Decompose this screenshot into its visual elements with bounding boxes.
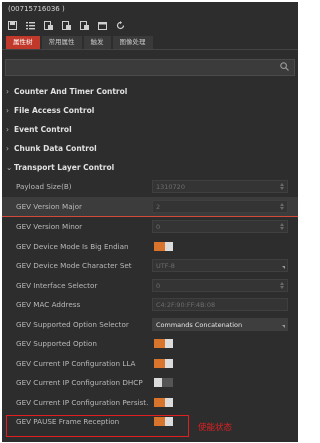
tab-image-processing[interactable]: 图像处理 (112, 36, 153, 49)
ip-config-dhcp-toggle[interactable] (154, 378, 173, 388)
property-row: GEV Version Minor 0 (2, 217, 298, 237)
supported-option-selector-select[interactable]: Commands Concatenation (152, 317, 288, 331)
toolbar (2, 16, 298, 34)
property-name: GEV Current IP Configuration LLA (16, 358, 136, 368)
property-row: GEV Current IP Configuration Persist... (2, 393, 298, 413)
tab-bar: 属性树 常用属性 触发 图像处理 (2, 34, 298, 50)
properties-panel: (00715716036 ) 属性树 常用属性 触发 图像处理 › Counte… (2, 2, 298, 442)
list-icon[interactable] (26, 21, 35, 30)
chevron-down-icon[interactable]: ⌄ (6, 158, 14, 177)
property-row: GEV Device Mode Is Big Endian (2, 237, 298, 257)
gev-version-major-field: 2 (152, 199, 288, 213)
save-icon[interactable] (8, 20, 17, 30)
tab-trigger[interactable]: 触发 (83, 36, 111, 49)
property-row-selected: GEV Version Major 2 (2, 196, 298, 217)
category-transport-layer[interactable]: ⌄ Transport Layer Control (2, 158, 298, 177)
ip-config-persistent-toggle[interactable] (154, 397, 173, 407)
category-event-control[interactable]: › Event Control (2, 120, 298, 139)
copy-icon[interactable] (80, 20, 89, 30)
chevron-right-icon[interactable]: › (6, 101, 14, 120)
property-name: GEV MAC Address (16, 300, 81, 310)
property-name: GEV Device Mode Character Set (16, 261, 132, 271)
tab-common-properties[interactable]: 常用属性 (41, 36, 82, 49)
chevron-right-icon[interactable]: › (6, 139, 14, 158)
tab-property-tree[interactable]: 属性树 (6, 36, 40, 49)
search-input[interactable] (6, 60, 274, 73)
property-row: GEV Supported Option (2, 334, 298, 354)
supported-option-toggle[interactable] (154, 339, 173, 349)
payload-size-field: 1310720 (152, 180, 288, 194)
spinner-icon (279, 222, 285, 232)
annotation-label: 使能状态 (198, 423, 233, 433)
ip-config-lla-toggle[interactable] (154, 358, 173, 368)
chevron-right-icon[interactable]: › (6, 82, 14, 101)
mac-address-field: C4:2F:90:FF:4B:08 (152, 298, 288, 312)
property-row: GEV MAC Address C4:2F:90:FF:4B:08 (2, 295, 298, 315)
property-row: Payload Size(B) 1310720 (2, 177, 298, 197)
refresh-icon[interactable] (116, 20, 125, 30)
gev-version-minor-field: 0 (152, 220, 288, 234)
spinner-icon (279, 202, 285, 212)
property-row: GEV Device Mode Character Set UTF-8 (2, 256, 298, 276)
chevron-right-icon[interactable]: › (6, 120, 14, 139)
highlight-box (6, 415, 189, 437)
category-counter-timer[interactable]: › Counter And Timer Control (2, 82, 298, 101)
property-row: GEV Current IP Configuration DHCP (2, 373, 298, 393)
category-file-access[interactable]: › File Access Control (2, 101, 298, 120)
property-name: GEV Version Major (16, 201, 82, 211)
property-name: GEV Version Minor (16, 222, 83, 232)
dropdown-arrow-icon (282, 266, 285, 270)
search-box (5, 59, 295, 76)
spinner-icon (279, 182, 285, 192)
search-icon[interactable] (280, 62, 289, 73)
property-name: GEV Supported Option (16, 339, 97, 349)
property-name: GEV Interface Selector (16, 280, 98, 290)
property-name: GEV Device Mode Is Big Endian (16, 241, 129, 251)
big-endian-toggle[interactable] (154, 241, 173, 251)
character-set-select: UTF-8 (152, 259, 288, 273)
property-name: GEV Supported Option Selector (16, 319, 129, 329)
dropdown-arrow-icon[interactable] (282, 324, 285, 328)
interface-selector-field: 0 (152, 278, 288, 292)
export-icon[interactable] (44, 20, 53, 30)
calendar-icon[interactable] (98, 21, 107, 30)
spinner-icon (279, 281, 285, 291)
window-title: (00715716036 ) (8, 5, 65, 13)
import-icon[interactable] (62, 20, 71, 30)
property-row: GEV Interface Selector 0 (2, 276, 298, 296)
property-row: GEV Current IP Configuration LLA (2, 354, 298, 374)
property-name: GEV Current IP Configuration Persist... (16, 397, 148, 407)
property-row: GEV Supported Option Selector Commands C… (2, 315, 298, 335)
property-name: GEV Current IP Configuration DHCP (16, 378, 143, 388)
property-name: Payload Size(B) (16, 182, 72, 192)
property-tree: › Counter And Timer Control › File Access … (2, 82, 298, 432)
category-chunk-data[interactable]: › Chunk Data Control (2, 139, 298, 158)
